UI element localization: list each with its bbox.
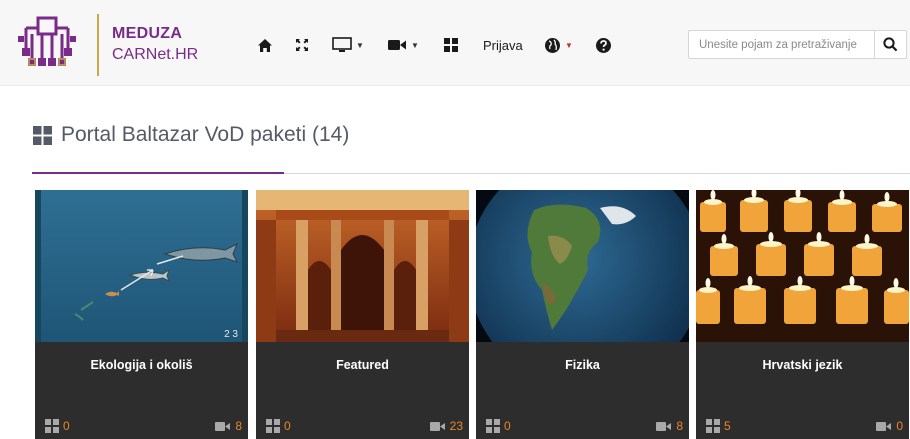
packages-count-value: 0 — [284, 419, 291, 433]
video-dropdown[interactable]: ▼ — [387, 33, 419, 57]
video-camera-icon — [215, 421, 231, 431]
home-icon[interactable] — [257, 33, 273, 57]
top-bar: MEDUZA CARNet.HR ▼ ▼ Prijava ▼ — [0, 0, 910, 86]
videos-count-value: 8 — [676, 419, 683, 433]
videos-count: 8 — [215, 419, 242, 433]
language-dropdown[interactable]: ▼ — [544, 33, 573, 57]
package-card-ekologija[interactable]: 2 3 Ekologija i okoliš 0 8 — [35, 190, 248, 439]
card-thumbnail[interactable]: 2 3 — [35, 190, 248, 342]
packages-count-value: 0 — [504, 419, 511, 433]
page-heading: Portal Baltazar VoD paketi (14) — [32, 122, 349, 148]
packages-count: 0 — [486, 419, 511, 433]
card-thumbnail[interactable] — [256, 190, 469, 342]
packages-count: 0 — [45, 419, 70, 433]
page-title: Portal Baltazar VoD paketi (14) — [61, 123, 350, 146]
chevron-down-icon: ▼ — [411, 40, 419, 50]
card-title[interactable]: Featured — [256, 358, 469, 372]
package-card-fizika[interactable]: Fizika 0 8 — [476, 190, 689, 439]
grid-icon — [486, 419, 500, 433]
package-card-featured[interactable]: Featured 0 23 — [256, 190, 469, 439]
packages-count-value: 0 — [63, 419, 70, 433]
meduza-logo-icon[interactable] — [16, 14, 78, 72]
packages-count: 5 — [706, 419, 731, 433]
packages-count-value: 5 — [724, 419, 731, 433]
video-camera-icon — [429, 421, 445, 431]
package-card-hrvatski-jezik[interactable]: Hrvatski jezik 5 0 — [696, 190, 909, 439]
videos-count-value: 23 — [449, 419, 463, 433]
chevron-down-icon: ▼ — [565, 40, 573, 50]
login-link[interactable]: Prijava — [483, 33, 523, 57]
videos-count-value: 8 — [235, 419, 242, 433]
card-title[interactable]: Hrvatski jezik — [696, 358, 909, 372]
brand-subtitle[interactable]: CARNet.HR — [112, 46, 198, 64]
video-camera-icon — [876, 421, 892, 431]
logo-divider — [97, 14, 99, 76]
videos-count-value: 0 — [896, 419, 903, 433]
search-button[interactable] — [874, 31, 906, 58]
search-input[interactable] — [689, 31, 875, 58]
help-icon[interactable] — [595, 33, 612, 57]
grid-icon — [45, 419, 59, 433]
globe-icon — [545, 37, 560, 53]
search-icon — [883, 37, 898, 52]
grid-icon — [33, 125, 52, 145]
videos-count: 0 — [876, 419, 903, 433]
video-camera-icon — [388, 40, 406, 50]
card-title[interactable]: Ekologija i okoliš — [35, 358, 248, 372]
brand-title[interactable]: MEDUZA — [112, 25, 182, 43]
search-box — [688, 30, 907, 59]
packages-count: 0 — [266, 419, 291, 433]
grid-icon[interactable] — [443, 33, 459, 57]
video-camera-icon — [656, 421, 672, 431]
grid-icon — [266, 419, 280, 433]
card-thumbnail[interactable] — [476, 190, 689, 342]
frame-number: 2 3 — [224, 329, 238, 340]
chevron-down-icon: ▼ — [356, 40, 364, 50]
videos-count: 23 — [429, 419, 463, 433]
card-thumbnail[interactable] — [696, 190, 909, 342]
monitor-dropdown[interactable]: ▼ — [332, 33, 364, 57]
heading-accent-line — [32, 172, 284, 174]
card-title[interactable]: Fizika — [476, 358, 689, 372]
fullscreen-icon[interactable] — [295, 33, 309, 57]
grid-icon — [706, 419, 720, 433]
videos-count: 8 — [656, 419, 683, 433]
monitor-icon — [332, 37, 352, 52]
